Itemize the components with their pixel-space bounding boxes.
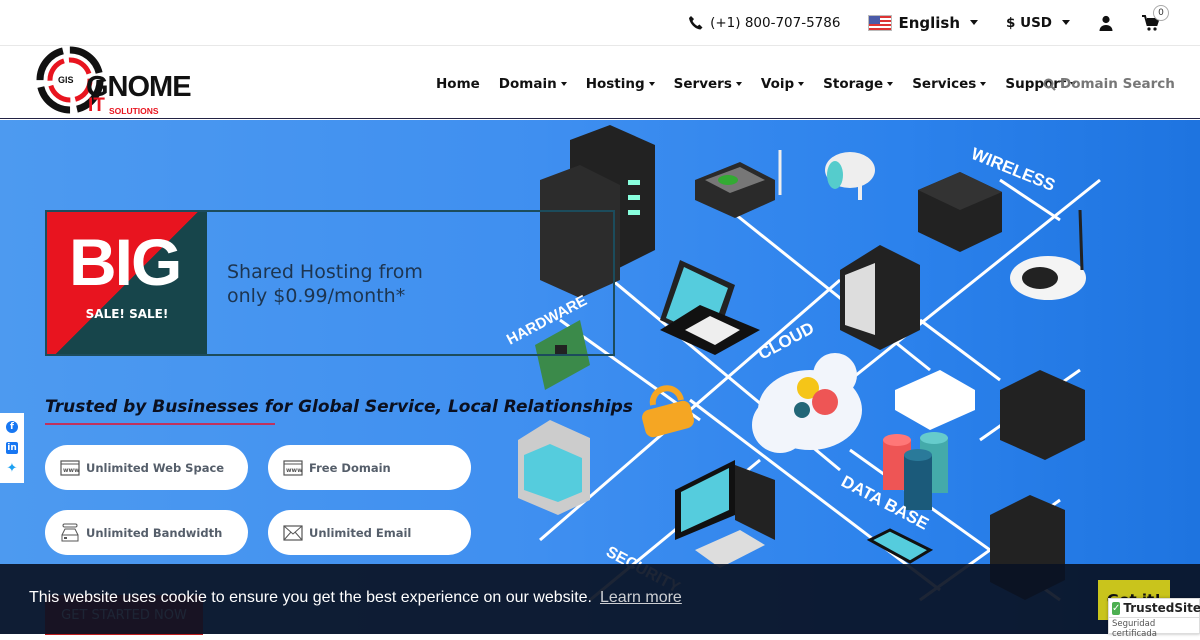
www-icon: www: [283, 459, 303, 476]
cookie-message: This website uses cookie to ensure you g…: [29, 589, 682, 607]
envelope-icon: [283, 524, 303, 541]
feature-label: Unlimited Email: [309, 525, 412, 540]
currency-label: $ USD: [1006, 14, 1052, 31]
check-icon: ✓: [1112, 601, 1121, 615]
promo-text: Shared Hosting from only $0.99/month*: [227, 260, 423, 308]
nav-services[interactable]: Services: [912, 76, 987, 92]
camera-icon: [825, 152, 875, 200]
phone-number: (+1) 800-707-5786: [710, 14, 841, 31]
nav-home[interactable]: Home: [436, 76, 480, 92]
phone-icon: [689, 15, 703, 29]
logo-solutions: SOLUTIONS: [109, 106, 159, 116]
chevron-down-icon: [887, 82, 894, 86]
account-button[interactable]: [1098, 15, 1114, 31]
feature-label: Unlimited Web Space: [86, 460, 225, 475]
trustedsite-header: ✓ TrustedSite: [1109, 599, 1200, 615]
chevron-down-icon: [970, 20, 979, 25]
phone-link[interactable]: (+1) 800-707-5786: [688, 15, 840, 31]
old-monitor-icon: [518, 420, 590, 515]
feature-free-domain[interactable]: www Free Domain: [268, 445, 471, 490]
sale-text: SALE! SALE!: [85, 307, 169, 321]
big-text: BIG: [69, 225, 182, 299]
cart-count-badge: 0: [1153, 4, 1169, 21]
domain-search-link[interactable]: Domain Search: [1043, 76, 1175, 92]
rack-server-icon: [840, 245, 920, 350]
desktop-computer-icon: [675, 460, 775, 568]
nav-hosting[interactable]: Hosting: [586, 76, 655, 92]
nav-servers[interactable]: Servers: [674, 76, 742, 92]
promo-line-1: Shared Hosting from: [227, 261, 423, 283]
tagline-underline: [45, 423, 275, 425]
logo[interactable]: GIS GNOME IT SOLUTIONS: [36, 46, 236, 119]
trustedsite-title: TrustedSite: [1123, 601, 1200, 615]
us-flag-icon: [868, 14, 893, 31]
trustedsite-badge[interactable]: ✓ TrustedSite Seguridad certificada: [1108, 598, 1200, 639]
nav-voip[interactable]: Voip: [760, 76, 805, 92]
nav-menu: Home Domain Hosting Servers Voip Storage…: [436, 76, 1095, 92]
storage-server-icon: [1000, 370, 1085, 460]
learn-more-link[interactable]: Learn more: [600, 589, 682, 606]
nav-storage[interactable]: Storage: [823, 76, 894, 92]
www-icon: www: [60, 459, 80, 476]
feature-label: Unlimited Bandwidth: [86, 525, 223, 540]
projector-icon: [895, 370, 975, 430]
chevron-down-icon: [560, 82, 567, 86]
chevron-down-icon: [980, 82, 987, 86]
chevron-down-icon: [735, 82, 742, 86]
language-label: English: [898, 13, 961, 32]
cookie-text: This website uses cookie to ensure you g…: [29, 589, 592, 606]
hero-banner: WIRELESS CLOUD HARDWARE DATA BASE BIG SA…: [0, 120, 1200, 635]
wireless-server-icon: [918, 172, 1002, 252]
logo-it: IT: [88, 95, 105, 116]
laptop-icon: [660, 260, 760, 355]
nav-label: Services: [912, 76, 977, 92]
promo-line-2: only $0.99/month*: [227, 285, 406, 307]
nav-label: Voip: [760, 76, 795, 92]
search-icon: [1043, 78, 1056, 91]
logo-gis: GIS: [58, 75, 74, 85]
big-sale-badge: BIG SALE! SALE!: [47, 212, 207, 354]
smartphone-icon: [866, 528, 934, 564]
user-icon: [1099, 15, 1113, 31]
nav-label: Home: [436, 76, 480, 92]
svg-text:www: www: [286, 467, 303, 474]
router-icon: [695, 150, 782, 218]
top-bar: (+1) 800-707-5786 English $ USD 0: [0, 0, 1200, 46]
trustedsite-subtitle: Seguridad certificada: [1109, 617, 1199, 640]
domain-search-label: Domain Search: [1060, 76, 1175, 92]
nav-domain[interactable]: Domain: [499, 76, 567, 92]
feature-unlimited-bandwidth[interactable]: Unlimited Bandwidth: [45, 510, 248, 555]
nav-label: Servers: [673, 76, 732, 92]
facebook-icon[interactable]: f: [6, 421, 18, 434]
feature-label: Free Domain: [309, 460, 391, 475]
nav-label: Storage: [823, 76, 884, 92]
social-share-bar: f in ✦: [0, 413, 24, 483]
feature-unlimited-web-space[interactable]: www Unlimited Web Space: [45, 445, 248, 490]
svg-text:www: www: [63, 467, 80, 474]
language-selector[interactable]: English: [868, 13, 979, 32]
linkedin-icon[interactable]: in: [6, 441, 18, 454]
cloud-icon: [752, 353, 862, 453]
promo-banner[interactable]: BIG SALE! SALE! Shared Hosting from only…: [45, 210, 615, 356]
chevron-down-icon: [648, 82, 655, 86]
nav-label: Hosting: [585, 76, 645, 92]
cart-button[interactable]: 0: [1142, 4, 1169, 31]
chevron-down-icon: [1062, 20, 1070, 25]
network-illustration: WIRELESS CLOUD HARDWARE DATA BASE: [504, 125, 1101, 602]
cookie-consent-bar: This website uses cookie to ensure you g…: [0, 564, 1200, 634]
feature-unlimited-email[interactable]: Unlimited Email: [268, 510, 471, 555]
nav-label: Domain: [498, 76, 557, 92]
chevron-down-icon: [798, 82, 805, 86]
hero-tagline: Trusted by Businesses for Global Service…: [45, 397, 633, 417]
bandwidth-icon: [61, 523, 79, 541]
currency-selector[interactable]: $ USD: [1006, 15, 1070, 31]
twitter-icon[interactable]: ✦: [6, 461, 18, 476]
main-nav: GIS GNOME IT SOLUTIONS Home Domain Hosti…: [0, 46, 1200, 119]
